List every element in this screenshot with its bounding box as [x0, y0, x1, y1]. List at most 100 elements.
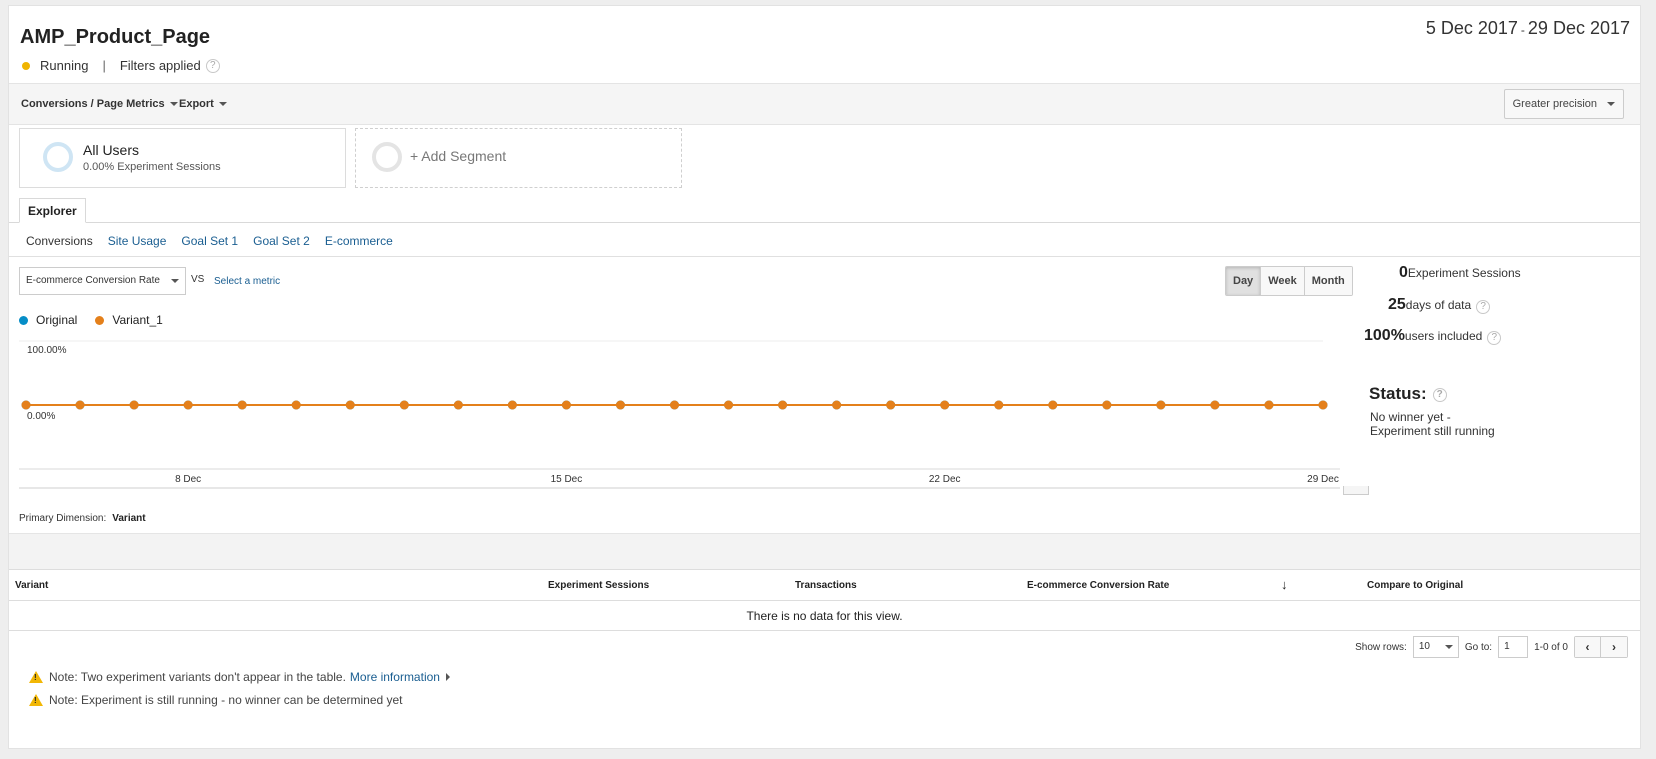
warning-icon: ! — [29, 671, 43, 683]
experiment-report-panel: AMP_Product_Page Running | Filters appli… — [8, 5, 1641, 749]
show-rows-label: Show rows: — [1355, 641, 1407, 653]
show-rows-value: 10 — [1418, 641, 1430, 652]
data-point-variant_1 — [291, 400, 301, 410]
data-point-variant_1 — [832, 400, 842, 410]
chevron-down-icon — [169, 102, 178, 107]
status-title-label: Status: — [1369, 384, 1427, 403]
filters-help-icon[interactable]: ? — [205, 58, 220, 73]
legend-item-original: Original — [19, 313, 77, 327]
segment-all-users[interactable]: All Users 0.00% Experiment Sessions — [19, 128, 346, 188]
subtab-goal-set-2[interactable]: Goal Set 2 — [253, 234, 310, 248]
period-month-button[interactable]: Month — [1303, 267, 1352, 295]
stat-users-label: users included — [1404, 329, 1483, 343]
status-help-icon[interactable]: ? — [1432, 387, 1447, 402]
status-label: Running — [40, 58, 89, 73]
period-week-button[interactable]: Week — [1260, 267, 1304, 295]
period-day-button[interactable]: Day — [1226, 267, 1261, 295]
primary-dimension-value[interactable]: Variant — [112, 513, 145, 524]
segment-ring-icon — [372, 142, 402, 172]
stat-users-value: 100% — [1364, 327, 1405, 344]
subtab-divider — [9, 256, 1640, 257]
pager-range: 1-0 of 0 — [1534, 641, 1568, 653]
x-tick-label: 22 Dec — [929, 474, 961, 485]
stat-sessions-value: 0 — [1399, 264, 1408, 281]
sort-arrow-down-icon[interactable]: ↓ — [1281, 577, 1288, 592]
note-running: ! Note: Experiment is still running - no… — [29, 693, 403, 707]
status-line-2: Experiment still running — [1370, 424, 1495, 438]
stat-users: 100%users included? — [1364, 327, 1502, 345]
metrics-menu-button[interactable]: Conversions / Page Metrics — [21, 98, 178, 110]
subtab-goal-set-1[interactable]: Goal Set 1 — [181, 234, 238, 248]
col-variant[interactable]: Variant — [15, 580, 48, 591]
experiment-status-title: Status:? — [1369, 384, 1447, 404]
tab-explorer[interactable]: Explorer — [19, 198, 86, 223]
date-end: 29 Dec 2017 — [1527, 18, 1630, 38]
status-separator: | — [102, 58, 106, 73]
export-menu-button[interactable]: Export — [179, 98, 227, 110]
page-title: AMP_Product_Page — [20, 26, 211, 48]
col-transactions[interactable]: Transactions — [795, 580, 857, 591]
experiment-status-text: No winner yet - Experiment still running — [1370, 410, 1520, 438]
subtab-conversions[interactable]: Conversions — [26, 234, 93, 248]
data-point-variant_1 — [183, 400, 193, 410]
x-tick-label: 15 Dec — [551, 474, 583, 485]
add-segment-button[interactable]: + Add Segment — [355, 128, 682, 188]
metric-select-value: E-commerce Conversion Rate — [26, 275, 160, 286]
stat-sessions: 0Experiment Sessions — [1399, 264, 1521, 282]
users-help-icon[interactable]: ? — [1487, 331, 1502, 345]
col-experiment-sessions[interactable]: Experiment Sessions — [548, 580, 649, 591]
show-rows-select[interactable]: 10 — [1412, 636, 1459, 658]
y-tick-label-min: 0.00% — [27, 411, 55, 422]
experiment-status-row: Running | Filters applied ? — [22, 58, 220, 73]
primary-dimension: Primary Dimension: Variant — [19, 513, 146, 524]
status-line-1: No winner yet - — [1370, 410, 1451, 424]
explorer-subtabs: Conversions Site Usage Goal Set 1 Goal S… — [26, 234, 393, 248]
table-pager: Show rows: 10 Go to: 1 1-0 of 0 ‹ › — [1355, 636, 1628, 658]
data-point-variant_1 — [561, 400, 571, 410]
chevron-down-icon — [1607, 102, 1615, 107]
note-variants: ! Note: Two experiment variants don't ap… — [29, 670, 450, 684]
col-compare-to-original[interactable]: Compare to Original — [1367, 580, 1463, 591]
subtab-ecommerce[interactable]: E-commerce — [325, 234, 393, 248]
select-metric-link[interactable]: Select a metric — [214, 276, 280, 287]
segment-sessions: 0.00% Experiment Sessions — [83, 161, 221, 173]
data-point-variant_1 — [615, 400, 625, 410]
data-point-variant_1 — [345, 400, 355, 410]
prev-page-icon[interactable]: ‹ — [1575, 637, 1601, 657]
date-start: 5 Dec 2017 — [1425, 18, 1518, 38]
chart-legend: Original Variant_1 — [19, 313, 181, 327]
col-ecommerce-conversion-rate[interactable]: E-commerce Conversion Rate — [1027, 580, 1169, 591]
data-point-variant_1 — [237, 400, 247, 410]
data-point-variant_1 — [940, 400, 950, 410]
more-information-link[interactable]: More information — [350, 670, 440, 684]
caret-right-icon — [445, 673, 450, 681]
legend-item-variant: Variant_1 — [95, 313, 163, 327]
precision-dropdown[interactable]: Greater precision — [1503, 89, 1624, 119]
stat-days: 25days of data? — [1388, 296, 1491, 314]
table-header: Variant Experiment Sessions Transactions… — [9, 569, 1640, 601]
legend-label-variant: Variant_1 — [112, 313, 163, 327]
goto-input[interactable]: 1 — [1498, 636, 1529, 658]
next-page-icon[interactable]: › — [1601, 637, 1627, 657]
days-help-icon[interactable]: ? — [1476, 300, 1491, 314]
goto-label: Go to: — [1464, 641, 1493, 653]
subtab-site-usage[interactable]: Site Usage — [108, 234, 167, 248]
data-point-variant_1 — [399, 400, 409, 410]
metric-select[interactable]: E-commerce Conversion Rate — [19, 267, 186, 295]
note-variants-text: Note: Two experiment variants don't appe… — [49, 670, 346, 684]
stat-days-value: 25 — [1388, 296, 1406, 313]
chart-collapse-handle[interactable] — [1343, 486, 1369, 495]
data-point-variant_1 — [886, 400, 896, 410]
tab-divider — [9, 222, 1640, 223]
precision-label: Greater precision — [1512, 98, 1597, 110]
segment-name: All Users — [83, 142, 140, 158]
data-point-variant_1 — [1210, 400, 1220, 410]
metrics-menu-label: Conversions / Page Metrics — [21, 98, 165, 110]
chevron-down-icon — [171, 279, 179, 283]
data-point-variant_1 — [670, 400, 679, 410]
legend-label-original: Original — [36, 313, 78, 327]
date-range-selector[interactable]: 5 Dec 2017-29 Dec 2017 — [1426, 18, 1630, 39]
vs-label: VS — [191, 274, 205, 285]
data-point-variant_1 — [994, 400, 1004, 410]
conversion-rate-chart: 100.00% 0.00% 8 Dec 15 Dec 22 Dec 29 Dec — [19, 340, 1340, 489]
